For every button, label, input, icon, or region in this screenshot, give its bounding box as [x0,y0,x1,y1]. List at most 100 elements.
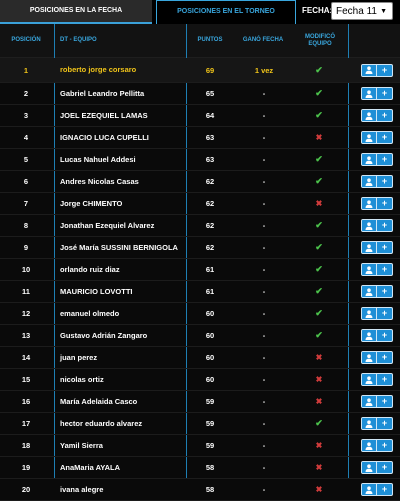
add-user-button[interactable]: + [361,285,393,298]
points-cell: 59 [205,419,215,428]
position-cell: 14 [21,353,31,362]
position-cell: 11 [22,287,30,296]
add-user-button[interactable]: + [361,439,393,452]
user-icon [362,64,376,76]
team-name-cell: ivana alegre [60,484,104,494]
table-row: 8 Jonathan Ezequiel Alvarez 62 - ✔ + [0,215,400,237]
won-date-cell: - [262,111,266,120]
column-header-modifico-equipo: MODIFICÓ EQUIPO [305,33,335,47]
team-name-cell: orlando ruiz diaz [60,264,120,274]
won-date-cell: - [262,485,266,494]
plus-icon: + [376,484,392,495]
table-row: 11 MAURICIO LOVOTTI 61 - ✔ + [0,281,400,303]
plus-icon: + [376,330,392,341]
tab-posiciones-fecha[interactable]: POSICIONES EN LA FECHA [0,0,152,24]
add-user-button[interactable]: + [361,219,393,232]
team-name-cell: juan perez [60,352,98,362]
team-name-cell: MAURICIO LOVOTTI [60,286,133,296]
points-cell: 58 [205,485,215,494]
add-user-button[interactable]: + [361,63,393,77]
modified-team-cell: ✖ [292,391,346,412]
table-row: 20 ivana alegre 58 - ✖ + [0,479,400,501]
add-user-button[interactable]: + [361,197,393,210]
check-icon: ✔ [315,242,323,252]
check-icon: ✔ [315,88,323,98]
points-cell: 58 [205,463,215,472]
points-cell: 61 [205,265,215,274]
table-row: 17 hector eduardo alvarez 59 - ✔ + [0,413,400,435]
table-row: 9 José María SUSSINI BERNIGOLA 62 - ✔ + [0,237,400,259]
won-date-cell: - [262,243,266,252]
table-row: 12 emanuel olmedo 60 - ✔ + [0,303,400,325]
check-icon: ✔ [315,418,323,428]
add-user-button[interactable]: + [361,373,393,386]
add-user-button[interactable]: + [361,307,393,320]
points-cell: 62 [205,199,215,208]
add-user-button[interactable]: + [361,395,393,408]
plus-icon: + [376,286,392,297]
add-user-button[interactable]: + [361,483,393,496]
fecha-select-value: Fecha 11 [336,6,377,17]
add-user-button[interactable]: + [361,175,393,188]
check-icon: ✔ [315,110,323,120]
tab-posiciones-torneo[interactable]: POSICIONES EN EL TORNEO [156,0,296,24]
add-user-button[interactable]: + [361,417,393,430]
plus-icon: + [376,220,392,231]
plus-icon: + [376,88,392,99]
plus-icon: + [376,352,392,363]
table-row: 1 roberto jorge corsaro 69 1 vez ✔ + [0,58,400,83]
column-header-puntos: PUNTOS [197,37,223,43]
add-user-button[interactable]: + [361,263,393,276]
table-row: 6 Andres Nicolas Casas 62 - ✔ + [0,171,400,193]
plus-icon: + [376,110,392,121]
table-row: 14 juan perez 60 - ✖ + [0,347,400,369]
position-cell: 17 [21,419,31,428]
plus-icon: + [376,418,392,429]
user-icon [362,198,376,209]
won-date-cell: - [262,375,266,384]
modified-team-cell: ✔ [292,58,346,82]
modified-team-cell: ✔ [292,83,346,104]
points-cell: 69 [205,65,215,75]
add-user-button[interactable]: + [361,131,393,144]
add-user-button[interactable]: + [361,109,393,122]
fecha-select[interactable]: Fecha 11 ▼ [331,2,393,20]
team-name-cell: Lucas Nahuel Addesi [60,154,136,164]
plus-icon: + [376,440,392,451]
add-user-button[interactable]: + [361,87,393,100]
add-user-button[interactable]: + [361,241,393,254]
table-row: 2 Gabriel Leandro Pellitta 65 - ✔ + [0,83,400,105]
points-cell: 59 [205,441,215,450]
action-cell: + [360,347,394,368]
check-icon: ✔ [315,176,323,186]
cross-icon: ✖ [315,353,323,362]
won-date-cell: - [262,177,266,186]
points-cell: 60 [205,309,215,318]
position-cell: 7 [23,199,29,208]
modified-team-cell: ✖ [292,193,346,214]
user-icon [362,418,376,429]
plus-icon: + [376,176,392,187]
user-icon [362,220,376,231]
action-cell: + [360,369,394,390]
add-user-button[interactable]: + [361,153,393,166]
position-cell: 19 [21,463,31,472]
modified-team-cell: ✔ [292,237,346,258]
user-icon [362,242,376,253]
position-cell: 1 [23,65,29,75]
action-cell: + [360,325,394,346]
add-user-button[interactable]: + [361,329,393,342]
cross-icon: ✖ [315,397,323,406]
table-row: 7 Jorge CHIMENTO 62 - ✖ + [0,193,400,215]
modified-team-cell: ✖ [292,347,346,368]
add-user-button[interactable]: + [361,351,393,364]
add-user-button[interactable]: + [361,461,393,474]
position-cell: 10 [21,265,31,274]
modified-team-cell: ✖ [292,127,346,148]
points-cell: 60 [205,331,215,340]
team-name-cell: roberto jorge corsaro [60,65,137,74]
points-cell: 59 [205,397,215,406]
points-cell: 62 [205,177,215,186]
action-cell: + [360,435,394,456]
action-cell: + [360,237,394,258]
